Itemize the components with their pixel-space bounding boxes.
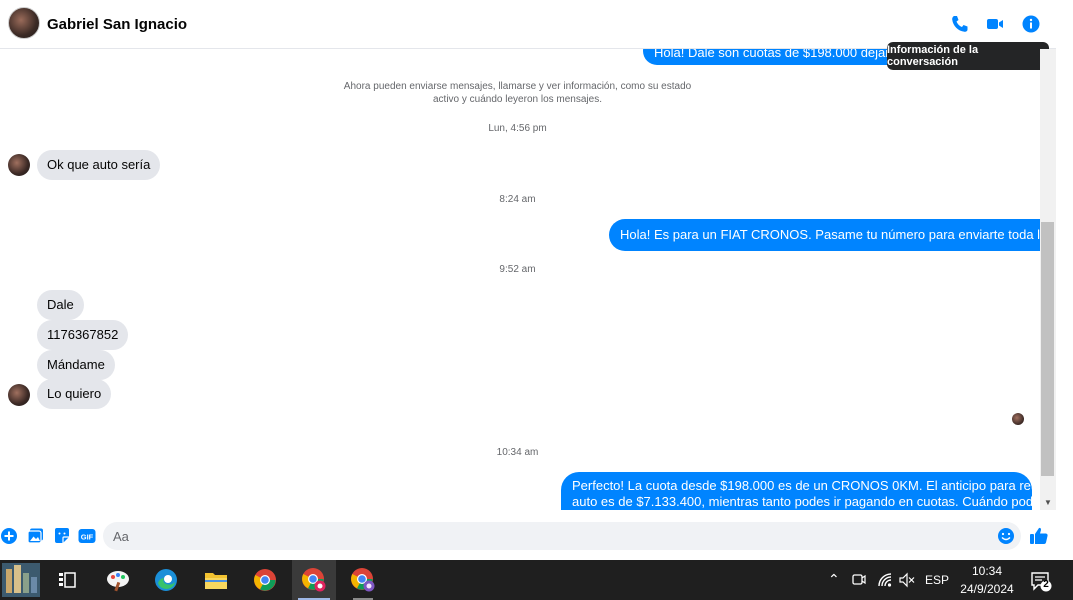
- scrollbar-thumb[interactable]: [1041, 222, 1054, 476]
- start-app-icon[interactable]: [0, 560, 42, 600]
- message-incoming[interactable]: Dale: [37, 290, 84, 320]
- edge-browser-icon[interactable]: [144, 560, 188, 600]
- desktop-widget-icon: [2, 563, 40, 597]
- emoji-icon[interactable]: [997, 527, 1015, 545]
- message-incoming[interactable]: Lo quiero: [37, 379, 112, 409]
- chrome-profile-app-icon[interactable]: [341, 560, 385, 600]
- info-icon[interactable]: [1021, 14, 1041, 34]
- wifi-icon[interactable]: [877, 572, 893, 588]
- contact-avatar[interactable]: [8, 7, 40, 39]
- message-outgoing[interactable]: Perfecto! La cuota desde $198.000 es de …: [561, 472, 1040, 510]
- chrome-profile-app-icon-active[interactable]: [292, 560, 336, 600]
- tooltip: Información de la conversación: [887, 42, 1049, 70]
- input-language[interactable]: ESP: [924, 573, 950, 587]
- timestamp: Lun, 4:56 pm: [488, 123, 547, 134]
- timestamp: 9:52 am: [499, 264, 536, 275]
- meet-now-icon[interactable]: [852, 572, 866, 588]
- sender-avatar[interactable]: [8, 154, 30, 176]
- message-line: auto es de $7.133.400, mientras tanto po…: [572, 494, 1040, 509]
- message-list: Hola! Dale son cuotas de $198.000 dejame…: [0, 49, 1040, 510]
- notification-count-badge: 2: [1043, 579, 1049, 590]
- timestamp: 10:34 am: [496, 447, 539, 458]
- timestamp: 8:24 am: [499, 194, 536, 205]
- image-icon[interactable]: [27, 527, 45, 545]
- message-outgoing[interactable]: Hola! Dale son cuotas de $198.000 dejame…: [643, 49, 903, 65]
- svg-text:GIF: GIF: [81, 533, 94, 542]
- thumbs-up-icon[interactable]: [1029, 526, 1049, 546]
- message-incoming[interactable]: Mándame: [37, 350, 115, 380]
- message-input[interactable]: [103, 522, 1021, 550]
- sticker-icon[interactable]: [53, 527, 71, 545]
- message-outgoing[interactable]: Hola! Es para un FIAT CRONOS. Pasame tu …: [609, 219, 1040, 251]
- video-call-icon[interactable]: [985, 14, 1005, 34]
- window-edge: [1056, 0, 1073, 560]
- chrome-browser-icon[interactable]: [243, 560, 287, 600]
- clock-time[interactable]: 10:34: [955, 564, 1019, 578]
- message-incoming[interactable]: 1176367852: [37, 320, 129, 350]
- scroll-down-arrow-icon[interactable]: ▼: [1040, 495, 1056, 510]
- system-notice-line2: activo y cuándo leyeron los mensajes.: [433, 94, 602, 105]
- contact-name[interactable]: Gabriel San Ignacio: [47, 16, 187, 33]
- clock-date[interactable]: 24/9/2024: [955, 582, 1019, 596]
- gif-icon[interactable]: GIF: [78, 527, 96, 545]
- message-line: Perfecto! La cuota desde $198.000 es de …: [572, 478, 1040, 493]
- sender-avatar[interactable]: [8, 384, 30, 406]
- paint-app-icon[interactable]: [96, 560, 140, 600]
- volume-muted-icon[interactable]: [899, 572, 915, 588]
- plus-circle-icon[interactable]: [0, 527, 18, 545]
- show-hidden-icons-chevron-icon[interactable]: ⌃: [828, 571, 840, 588]
- task-view-icon[interactable]: [45, 560, 89, 600]
- file-explorer-icon[interactable]: [194, 560, 238, 600]
- message-incoming[interactable]: Ok que auto sería: [37, 150, 161, 180]
- seen-indicator-avatar: [1012, 413, 1024, 425]
- phone-icon[interactable]: [950, 14, 970, 34]
- system-notice-line1: Ahora pueden enviarse mensajes, llamarse…: [343, 81, 692, 92]
